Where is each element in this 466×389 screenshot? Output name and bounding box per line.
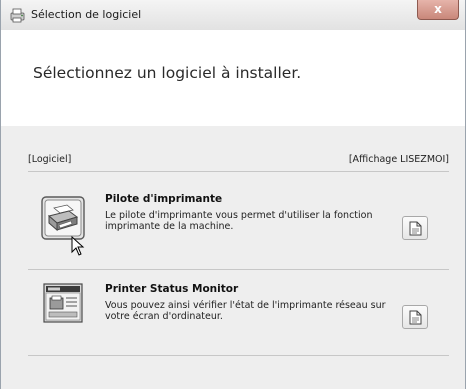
close-icon: x — [434, 2, 442, 16]
installer-app-icon — [10, 8, 25, 23]
mouse-cursor-icon — [71, 236, 85, 256]
divider — [28, 171, 449, 172]
close-button[interactable]: x — [417, 0, 459, 20]
header-panel: Sélectionnez un logiciel à installer. — [1, 30, 465, 126]
printer-driver-description: Le pilote d'imprimante vous permet d'uti… — [105, 210, 373, 232]
readme-column-label: [Affichage LISEZMOI] — [348, 154, 449, 165]
divider — [28, 269, 449, 270]
status-monitor-readme-button[interactable] — [402, 305, 428, 329]
document-icon — [409, 310, 422, 325]
printer-driver-button[interactable] — [41, 196, 85, 240]
status-monitor-icon — [43, 283, 83, 323]
window-title: Sélection de logiciel — [31, 8, 142, 21]
status-monitor-title: Printer Status Monitor — [105, 283, 239, 295]
software-list-panel: [Logiciel] [Affichage LISEZMOI] Pilote d… — [1, 126, 465, 389]
title-bar[interactable]: Sélection de logiciel x — [1, 0, 465, 31]
dialog-window: Sélection de logiciel x Sélectionnez un … — [0, 0, 466, 389]
printer-driver-title: Pilote d'imprimante — [105, 193, 223, 205]
status-monitor-description: Vous pouvez ainsi vérifier l'état de l'i… — [105, 300, 386, 322]
page-title: Sélectionnez un logiciel à installer. — [33, 64, 302, 82]
status-monitor-button[interactable] — [43, 283, 83, 323]
software-column-label: [Logiciel] — [28, 154, 72, 165]
divider — [28, 355, 449, 356]
printer-driver-readme-button[interactable] — [402, 216, 428, 240]
printer-icon — [41, 196, 85, 240]
document-icon — [409, 221, 422, 236]
